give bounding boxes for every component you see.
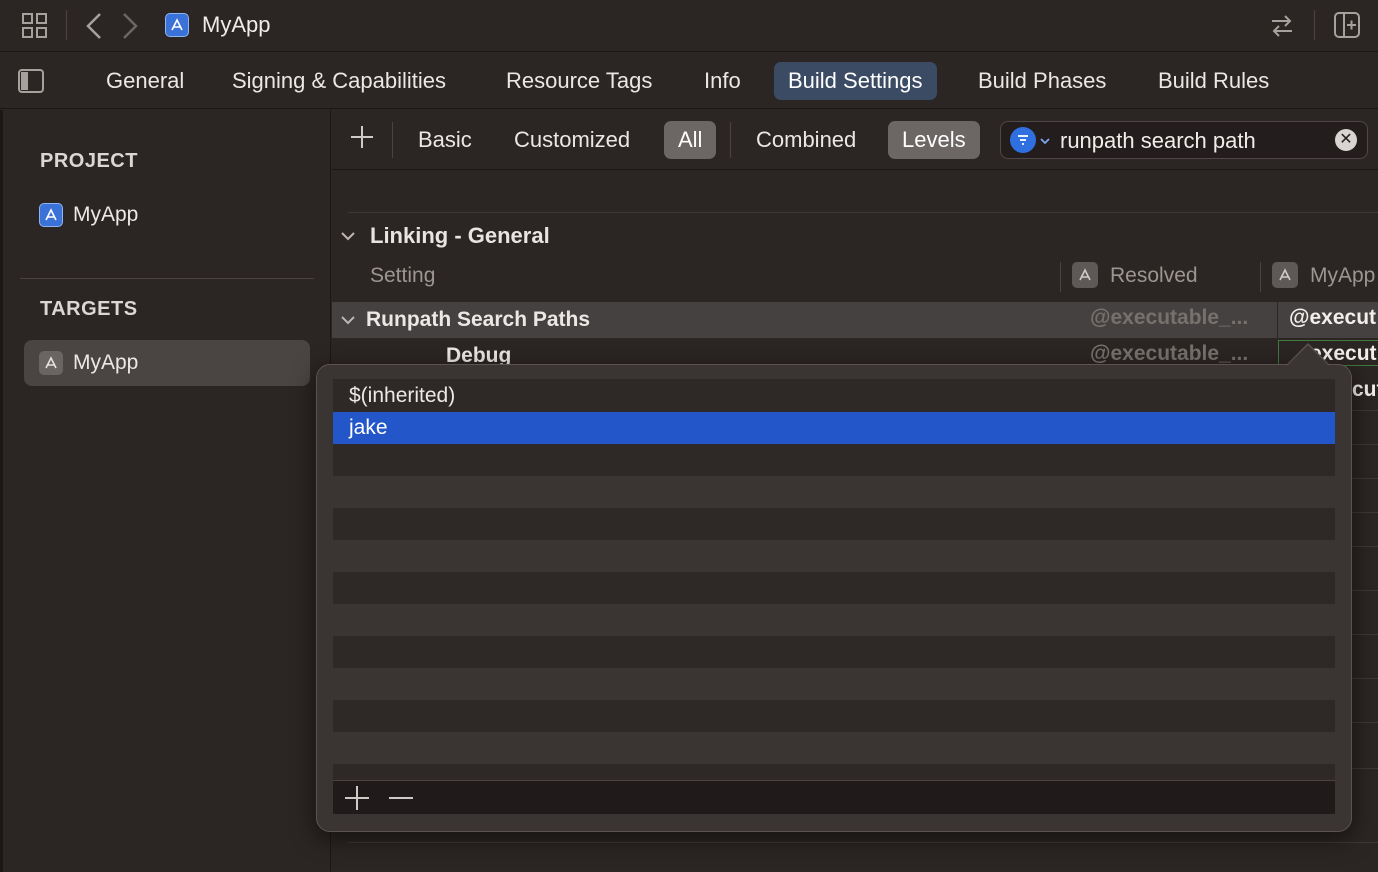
filter-combined-button[interactable]: Combined	[742, 121, 870, 159]
sub-resolved-value: @executable_...	[1090, 342, 1249, 364]
tab-build-settings[interactable]: Build Settings	[774, 62, 937, 100]
empty-row	[333, 636, 1335, 668]
row-line	[1352, 768, 1378, 769]
row-line	[1352, 634, 1378, 635]
sidebar-item-project-myapp[interactable]: MyApp	[39, 200, 138, 230]
clear-search-icon[interactable]: ✕	[1335, 129, 1357, 151]
tab-signing-capabilities[interactable]: Signing & Capabilities	[218, 62, 460, 100]
tab-general[interactable]: General	[92, 62, 198, 100]
swap-icon[interactable]	[1268, 12, 1296, 40]
path-list: $(inherited) jake	[333, 379, 1335, 780]
filter-icon[interactable]	[1010, 127, 1036, 153]
filter-basic-button[interactable]: Basic	[404, 121, 486, 159]
search-field[interactable]: runpath search path ✕	[1000, 121, 1368, 159]
add-editor-icon[interactable]	[1332, 10, 1362, 40]
row-chevron-icon[interactable]	[340, 312, 356, 328]
target-icon	[39, 351, 63, 375]
app-icon	[165, 13, 189, 37]
back-icon[interactable]	[82, 10, 106, 42]
editor-tab-bar: General Signing & Capabilities Resource …	[0, 53, 1378, 109]
targets-header: TARGETS	[40, 298, 138, 320]
project-sidebar: PROJECT MyApp TARGETS MyApp	[0, 110, 331, 872]
project-item-label: MyApp	[73, 203, 139, 226]
window-title: MyApp	[202, 12, 271, 37]
row-line	[1352, 590, 1378, 591]
row-line	[1352, 678, 1378, 679]
project-icon	[39, 203, 63, 227]
row-line	[1352, 546, 1378, 547]
empty-row	[333, 604, 1335, 636]
tab-build-rules[interactable]: Build Rules	[1144, 62, 1283, 100]
column-header-target: MyApp	[1310, 264, 1376, 287]
filter-divider-2	[730, 122, 731, 158]
sidebar-divider	[20, 278, 314, 279]
sidebar-item-target-myapp[interactable]: MyApp	[39, 348, 138, 378]
target-item-label: MyApp	[73, 351, 139, 374]
section-bottom-divider	[348, 842, 1378, 843]
popover-arrow-inner	[1287, 345, 1329, 366]
section-top-divider	[348, 212, 1378, 213]
filter-customized-button[interactable]: Customized	[500, 121, 644, 159]
empty-row	[333, 764, 1335, 780]
value-cell-divider	[1277, 302, 1278, 338]
filter-levels-button[interactable]: Levels	[888, 121, 980, 159]
add-path-button[interactable]	[343, 784, 371, 812]
target-column-icon	[1272, 262, 1298, 288]
titlebar-divider-right	[1314, 10, 1315, 40]
column-header-setting: Setting	[370, 264, 436, 287]
target-value[interactable]: @execut	[1289, 306, 1378, 330]
row-line	[1352, 410, 1378, 411]
project-header: PROJECT	[40, 150, 138, 172]
row-line	[1352, 478, 1378, 479]
empty-row	[333, 668, 1335, 700]
empty-row	[333, 732, 1335, 764]
tab-info[interactable]: Info	[690, 62, 755, 100]
sidebar-toggle-icon[interactable]	[16, 67, 46, 95]
empty-row	[333, 572, 1335, 604]
titlebar-divider	[66, 10, 67, 40]
search-input[interactable]: runpath search path	[1060, 128, 1256, 154]
forward-icon[interactable]	[118, 10, 142, 42]
section-chevron-icon[interactable]	[340, 228, 356, 244]
navigator-grid-icon[interactable]	[20, 11, 50, 41]
add-setting-icon[interactable]	[348, 120, 376, 154]
empty-row	[333, 476, 1335, 508]
list-toolbar	[333, 780, 1335, 814]
sub-setting-name-debug: Debug	[446, 344, 512, 364]
empty-row	[333, 444, 1335, 476]
column-divider-1	[1060, 262, 1061, 292]
empty-row	[333, 700, 1335, 732]
row-line	[1352, 444, 1378, 445]
resolved-value: @executable_...	[1090, 306, 1249, 329]
empty-row	[333, 540, 1335, 572]
row-line	[1352, 512, 1378, 513]
sub-target-value-2: cut	[1352, 378, 1378, 401]
tab-build-phases[interactable]: Build Phases	[964, 62, 1120, 100]
filter-all-button[interactable]: All	[664, 121, 717, 159]
tab-resource-tags[interactable]: Resource Tags	[492, 62, 666, 100]
title-bar: MyApp	[0, 0, 1378, 52]
filter-divider-1	[392, 122, 393, 158]
section-title: Linking - General	[370, 223, 550, 248]
column-divider-2	[1260, 262, 1261, 292]
column-header-resolved: Resolved	[1110, 264, 1198, 287]
setting-name: Runpath Search Paths	[366, 308, 591, 331]
list-item[interactable]: $(inherited)	[333, 380, 1335, 412]
resolved-column-icon	[1072, 262, 1098, 288]
empty-row	[333, 508, 1335, 540]
remove-path-button[interactable]	[387, 784, 415, 812]
chevron-down-icon[interactable]	[1039, 134, 1051, 146]
list-item-selected[interactable]: jake	[333, 412, 1335, 444]
row-line	[1352, 722, 1378, 723]
